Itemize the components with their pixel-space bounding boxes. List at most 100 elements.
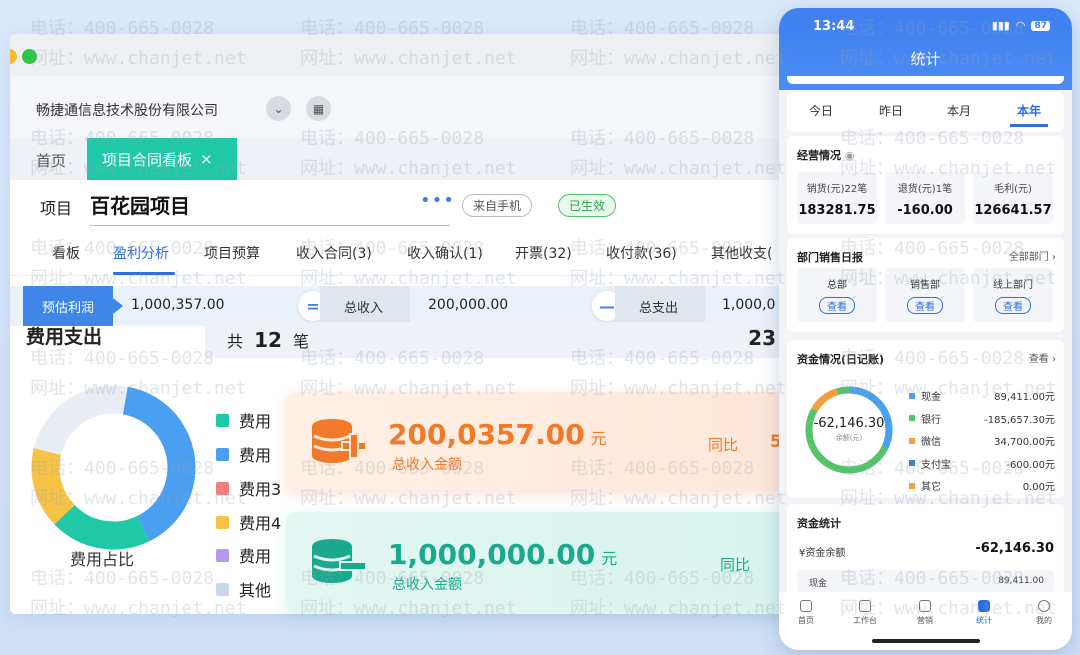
close-icon[interactable]: × <box>200 150 213 168</box>
tab-invoice[interactable]: 开票(32) <box>515 243 572 263</box>
fund-label: 微信 <box>921 437 941 448</box>
funds-balance-label: 余额(元) <box>835 434 863 442</box>
maximize-button[interactable] <box>22 49 37 64</box>
legend-swatch <box>216 515 229 529</box>
stat-margin: 毛利(元) 126641.57 <box>973 172 1053 224</box>
chevron-right-icon: › <box>1052 252 1056 263</box>
active-tab-indicator <box>113 272 175 275</box>
nav-home[interactable]: 首页 <box>781 600 831 626</box>
period-tab-year[interactable]: 本年 <box>1017 102 1041 119</box>
expense-title: 费用支出 <box>26 326 103 348</box>
fund-value: -185,657.30元 <box>984 414 1055 426</box>
fund-row: 微信 34,700.00元 <box>909 433 1055 448</box>
project-name-field[interactable]: 百花园项目 <box>90 190 450 226</box>
legend-item: 费用4 <box>216 510 281 534</box>
tab-home[interactable]: 首页 <box>36 150 66 171</box>
tab-budget[interactable]: 项目预算 <box>204 243 260 263</box>
tab-income-contract[interactable]: 收入合同(3) <box>296 243 372 263</box>
source-badge: 来自手机 <box>462 194 533 217</box>
period-tab-yesterday[interactable]: 昨日 <box>879 102 903 119</box>
fund-stats-card: 资金统计 ¥资金余额 -62,146.30 现金 89,411.00 <box>787 504 1064 604</box>
nav-stats[interactable]: 统计 <box>959 600 1009 626</box>
tab-board[interactable]: 看板 <box>52 243 80 263</box>
period-tabs: 今日 昨日 本月 本年 <box>787 92 1064 132</box>
dept-view-button[interactable]: 查看 <box>995 297 1031 314</box>
tab-payments[interactable]: 收付款(36) <box>606 243 677 263</box>
funds-title: 资金情况(日记账) <box>797 353 885 366</box>
fund-balance-label: ¥资金余额 <box>799 548 846 559</box>
legend-swatch <box>216 481 229 495</box>
status-badge: 已生效 <box>558 194 617 217</box>
fund-row: 其它 0.00元 <box>909 478 1055 493</box>
fund-label: 其它 <box>921 482 941 493</box>
more-icon[interactable]: ••• <box>420 190 455 211</box>
fund-swatch <box>909 437 915 444</box>
legend-label: 费用 <box>239 412 272 431</box>
income2-unit: 元 <box>601 549 618 568</box>
tab-other[interactable]: 其他收支( <box>711 243 772 263</box>
fund-label: 银行 <box>921 414 941 426</box>
home-indicator <box>872 639 980 643</box>
legend-item: 费用3 <box>216 476 281 500</box>
analysis-tabs: 看板 盈利分析 项目预算 收入合同(3) 收入确认(1) 开票(32) 收付款(… <box>10 230 790 276</box>
count-right-value: 23 <box>748 326 776 350</box>
fund-label: 支付宝 <box>921 459 951 471</box>
expense-value: 1,000,0 <box>722 297 776 313</box>
tab-income-confirm[interactable]: 收入确认(1) <box>407 243 483 263</box>
dept-all-link[interactable]: 全部部门 <box>1009 252 1049 263</box>
profit-formula: 预估利润 1,000,357.00 = 总收入 200,000.00 — 总支出… <box>10 286 790 326</box>
fund-value: 89,411.00元 <box>994 392 1055 403</box>
expense-donut-chart <box>31 385 196 550</box>
stats-icon <box>978 600 990 612</box>
income-card-2[interactable]: 1,000,000.00 元 总收入金额 同比 <box>286 512 806 612</box>
income2-yoy-label: 同比 <box>720 556 751 574</box>
count-prefix: 共 <box>227 332 244 351</box>
tab-profit-analysis[interactable]: 盈利分析 <box>113 243 169 263</box>
count-suffix: 笔 <box>293 332 310 351</box>
coins-minus-icon <box>312 539 367 583</box>
chevron-right-icon: › <box>1052 354 1056 365</box>
fund-balance-value: -62,146.30 <box>975 541 1054 556</box>
income-label: 总收入 <box>320 286 410 326</box>
period-tab-month[interactable]: 本月 <box>947 102 971 119</box>
eye-icon[interactable]: ◉ <box>845 149 855 162</box>
dept-title: 部门销售日报 <box>797 251 863 264</box>
wifi-icon: ◠ <box>1015 19 1026 32</box>
marketing-icon <box>919 600 931 612</box>
income2-amount: 1,000,000.00 <box>388 538 596 571</box>
workbench-icon <box>859 600 871 612</box>
income-card[interactable]: 200,0357.00 元 总收入金额 同比 5 <box>286 392 806 490</box>
stat-sales: 销货(元)22笔 183281.75 <box>797 172 877 224</box>
dept-view-button[interactable]: 查看 <box>819 297 855 314</box>
expense-ratio-label: 费用占比 <box>70 550 135 569</box>
fund-swatch <box>909 460 915 466</box>
dept-view-button[interactable]: 查看 <box>907 297 943 314</box>
period-tab-indicator <box>1010 124 1048 127</box>
minimize-button[interactable] <box>10 49 17 64</box>
status-time: 13:44 <box>813 19 855 34</box>
nav-marketing[interactable]: 营销 <box>900 600 950 626</box>
mobile-page-title: 统计 <box>910 50 941 68</box>
grid-switch-icon[interactable]: ▦ <box>306 96 331 121</box>
income2-card-label: 总收入金额 <box>392 577 462 593</box>
fund-swatch <box>909 392 915 399</box>
fund-value: -600.00元 <box>1006 459 1055 471</box>
project-label: 项目 <box>40 199 73 218</box>
company-bar: 畅捷通信息技术股份有限公司 ⌄ ▦ <box>10 76 790 138</box>
fund-row: 支付宝 -600.00元 <box>909 456 1055 471</box>
dept-item: 销售部 查看 <box>885 268 965 322</box>
operations-title: 经营情况 <box>797 149 841 162</box>
funds-card: 资金情况(日记账) 查看 › -62,146.30 余额(元) 现金 89,411… <box>787 340 1064 498</box>
funds-view-link[interactable]: 查看 <box>1029 354 1049 365</box>
fund-stats-title: 资金统计 <box>797 517 841 530</box>
chevron-down-icon[interactable]: ⌄ <box>266 96 291 121</box>
tab-project-board[interactable]: 项目合同看板 × <box>87 138 237 180</box>
nav-mine[interactable]: 我的 <box>1019 600 1069 626</box>
period-tab-today[interactable]: 今日 <box>809 102 833 119</box>
profit-value: 1,000,357.00 <box>131 297 225 313</box>
fund-swatch <box>909 415 915 421</box>
dept-item: 线上部门 查看 <box>973 268 1053 322</box>
legend-swatch <box>216 548 229 562</box>
nav-workbench[interactable]: 工作台 <box>840 600 890 626</box>
legend-item: 其他 <box>216 577 271 601</box>
